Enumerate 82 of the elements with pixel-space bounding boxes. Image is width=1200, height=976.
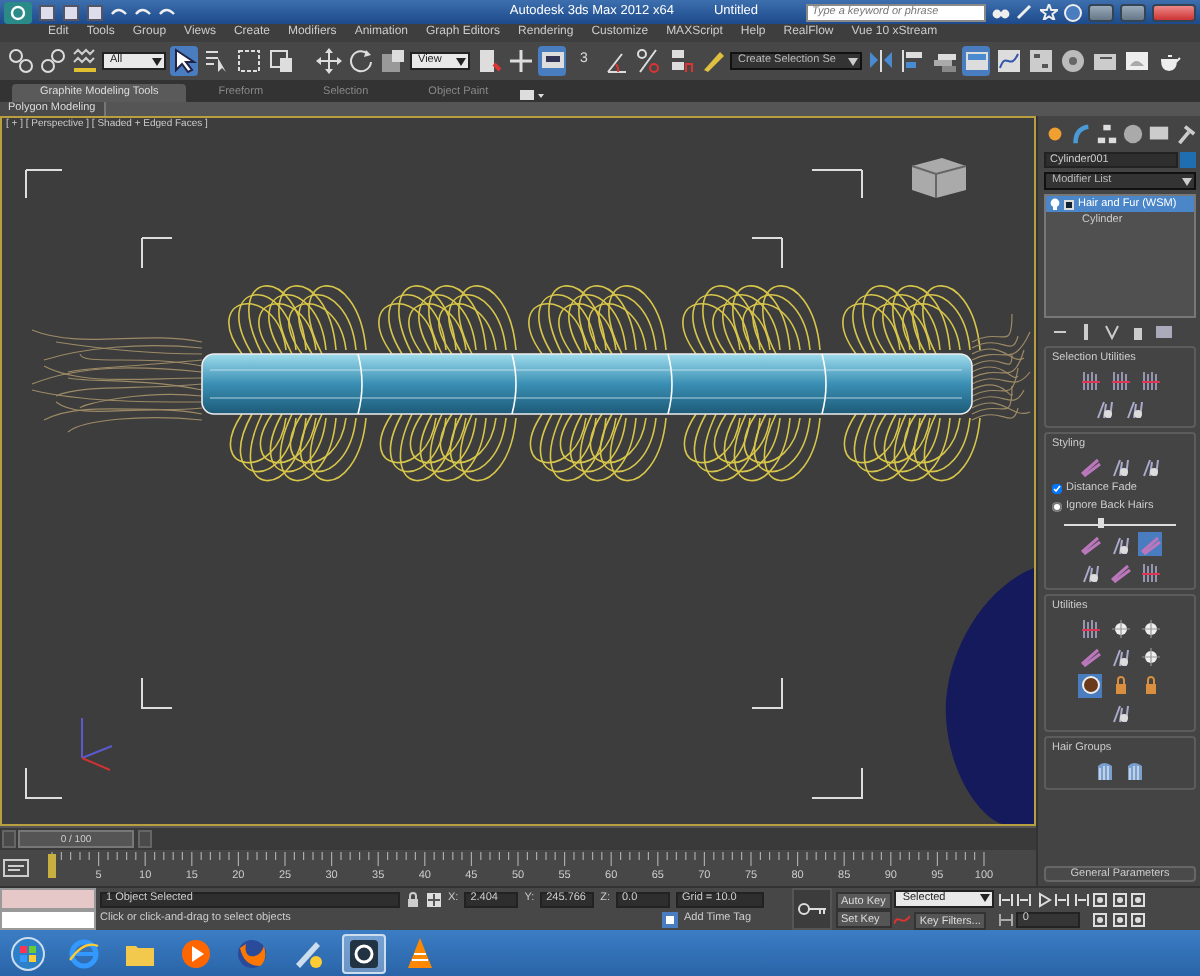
spinner-snap-icon[interactable]: [667, 48, 693, 74]
traffic-cone-icon: [402, 935, 438, 971]
taskbar-button[interactable]: [342, 933, 386, 973]
help-icon[interactable]: [1064, 3, 1082, 21]
pivot-icon[interactable]: [475, 48, 501, 74]
layers-icon[interactable]: [931, 48, 957, 74]
go-to-start-icon[interactable]: [997, 891, 1014, 907]
close-button[interactable]: [1152, 3, 1196, 21]
hair-brush-icon[interactable]: [1109, 646, 1131, 669]
ribbon-options-icon[interactable]: [520, 88, 545, 102]
ribbon-icon[interactable]: [963, 48, 989, 74]
checkbox[interactable]: [1052, 483, 1062, 494]
hair-select-icon[interactable]: [1079, 618, 1101, 641]
make-unique-icon[interactable]: [1104, 324, 1120, 340]
circle-icon[interactable]: [1079, 674, 1101, 697]
hair-brush-icon[interactable]: [1109, 455, 1131, 478]
light-bulb-icon[interactable]: [1050, 198, 1060, 210]
hierarchy-icon[interactable]: [1096, 122, 1118, 146]
caret-icon: [456, 57, 466, 65]
caret-icon: [1182, 177, 1192, 185]
slider-track[interactable]: [1064, 518, 1176, 527]
view-cube-icon[interactable]: [911, 158, 967, 199]
hair-brush-icon[interactable]: [1124, 398, 1146, 421]
fox-globe-icon: [234, 935, 270, 971]
expand-box-icon[interactable]: [1064, 199, 1074, 209]
time-tag-icon[interactable]: [662, 911, 678, 927]
show-end-result-icon[interactable]: [1078, 324, 1094, 340]
monitor-icon[interactable]: [539, 48, 565, 74]
app-logo-icon: [346, 935, 382, 971]
hammer-icon[interactable]: [1174, 122, 1196, 146]
hair-brush-icon[interactable]: [1079, 561, 1101, 584]
percent-snap-icon[interactable]: [635, 48, 661, 74]
link-icon[interactable]: [7, 48, 33, 74]
hair-brush-icon[interactable]: [1094, 398, 1116, 421]
angle-snap-icon[interactable]: [603, 48, 629, 74]
checkbox[interactable]: [1052, 501, 1062, 512]
modify-bend-icon[interactable]: [1070, 122, 1092, 146]
padlock-icon[interactable]: [406, 891, 420, 907]
create-sun-icon[interactable]: [1044, 122, 1066, 146]
play-icon[interactable]: [1035, 891, 1052, 907]
comb-icon[interactable]: [1079, 455, 1101, 478]
start-orb-icon: [10, 935, 46, 971]
minimize-button[interactable]: [1088, 3, 1114, 21]
app-logo-icon[interactable]: [4, 1, 32, 23]
slider-thumb[interactable]: [1097, 518, 1104, 529]
caret-icon: [152, 57, 162, 65]
mirror-icon[interactable]: [867, 48, 893, 74]
chain-icon[interactable]: [39, 48, 65, 74]
window-crossing-icon[interactable]: [267, 48, 293, 74]
key-icon[interactable]: [798, 902, 826, 916]
curve-editor-icon[interactable]: [995, 48, 1021, 74]
maximize-button[interactable]: [1120, 3, 1146, 21]
hair-select-icon[interactable]: [1139, 561, 1161, 584]
dashed-rectangle-icon[interactable]: [235, 48, 261, 74]
hair-cylinder-drawing[interactable]: [31, 285, 1031, 482]
hair-group-icon[interactable]: [1124, 760, 1146, 783]
axis-tripod-icon: [81, 717, 113, 771]
script-listener-field[interactable]: [0, 909, 96, 930]
list-cursor-icon[interactable]: [203, 48, 229, 74]
move-icon[interactable]: [315, 48, 341, 74]
binoculars-icon[interactable]: [992, 4, 1010, 20]
hair-group-icon[interactable]: [1094, 760, 1116, 783]
wave-icon[interactable]: [71, 48, 97, 74]
hair-strands-icon[interactable]: [1109, 561, 1131, 584]
hair-select-icon[interactable]: [1079, 370, 1101, 393]
script-listener-field[interactable]: [0, 888, 96, 909]
caret-icon: [848, 57, 858, 65]
browser-e-icon: [66, 935, 102, 971]
material-sphere-icon[interactable]: [1059, 48, 1085, 74]
hair-select-icon[interactable]: [1109, 370, 1131, 393]
object-color-swatch[interactable]: [1180, 152, 1196, 168]
hair-strands-icon[interactable]: [1079, 533, 1101, 556]
track-bar-icon[interactable]: [0, 856, 32, 880]
media-player-icon: [178, 935, 214, 971]
render-frame-icon[interactable]: [1123, 48, 1149, 74]
hair-brush-icon[interactable]: [1109, 533, 1131, 556]
scale-icon[interactable]: [379, 48, 405, 74]
caret-icon: [980, 894, 991, 902]
hair-select-icon[interactable]: [1139, 370, 1161, 393]
align-icon[interactable]: [899, 48, 925, 74]
rotate-icon[interactable]: [347, 48, 373, 74]
star-icon[interactable]: [1040, 4, 1058, 20]
